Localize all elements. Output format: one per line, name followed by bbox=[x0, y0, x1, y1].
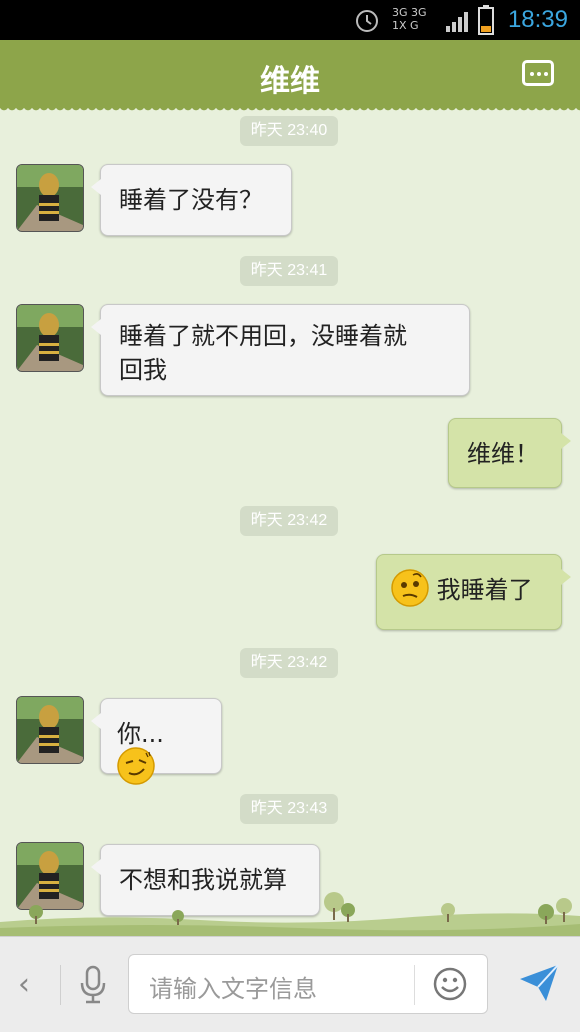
emoji-smile-icon[interactable] bbox=[433, 967, 467, 1001]
timestamp: 昨天 23:41 bbox=[240, 256, 338, 286]
alarm-icon bbox=[356, 10, 378, 32]
signal-icon bbox=[446, 12, 468, 32]
message-text: 睡着了没有？ bbox=[119, 186, 263, 214]
message-text-line: 回我 bbox=[119, 356, 167, 384]
send-icon[interactable] bbox=[518, 963, 560, 1003]
message-bubble-incoming[interactable]: 睡着了没有？ bbox=[91, 164, 292, 236]
microphone-icon[interactable] bbox=[78, 965, 108, 1005]
message-bubble-incoming[interactable]: 睡着了就不用回，没睡着就 回我 bbox=[91, 304, 470, 396]
status-time: 18:39 bbox=[507, 6, 568, 33]
message-input-placeholder: 请输入文字信息 bbox=[149, 975, 317, 1003]
message-bubble-outgoing[interactable]: 我睡着了 bbox=[376, 554, 571, 630]
chat-title: 维维 bbox=[260, 64, 320, 99]
more-dots-icon[interactable] bbox=[522, 60, 554, 86]
message-text: 我睡着了 bbox=[436, 576, 533, 604]
title-bar: 维维 bbox=[0, 40, 580, 114]
status-bar: 3G 3G 1X G 18:39 bbox=[0, 0, 580, 40]
message-input[interactable]: 请输入文字信息 bbox=[128, 954, 488, 1014]
timestamp: 昨天 23:42 bbox=[240, 506, 338, 536]
timestamp: 昨天 23:40 bbox=[240, 116, 338, 146]
network-icon: 3G 3G 1X G bbox=[392, 6, 427, 32]
avatar[interactable] bbox=[16, 164, 84, 232]
message-text: 维维！ bbox=[467, 440, 539, 468]
back-icon[interactable]: ‹ bbox=[18, 967, 30, 1002]
message-text-line: 睡着了就不用回，没睡着就 bbox=[119, 322, 407, 350]
message-bubble-incoming[interactable]: 你... bbox=[91, 698, 222, 785]
chat-area[interactable]: 昨天 23:40 睡着了没有？ 昨天 23:41 睡着了就不用回，没睡着就 回我 bbox=[0, 108, 580, 933]
scenery-decoration bbox=[0, 892, 580, 936]
divider bbox=[60, 965, 61, 1005]
input-bar: ‹ 请输入文字信息 bbox=[0, 936, 580, 1032]
timestamp: 昨天 23:42 bbox=[240, 648, 338, 678]
timestamp: 昨天 23:43 bbox=[240, 794, 338, 824]
smirk-face-icon bbox=[117, 747, 155, 785]
message-bubble-outgoing[interactable]: 维维！ bbox=[448, 418, 571, 488]
avatar[interactable] bbox=[16, 696, 84, 764]
battery-icon bbox=[478, 5, 494, 35]
message-text: 你... bbox=[117, 720, 164, 748]
avatar[interactable] bbox=[16, 304, 84, 372]
divider bbox=[414, 965, 415, 1005]
confused-face-icon bbox=[391, 569, 429, 607]
